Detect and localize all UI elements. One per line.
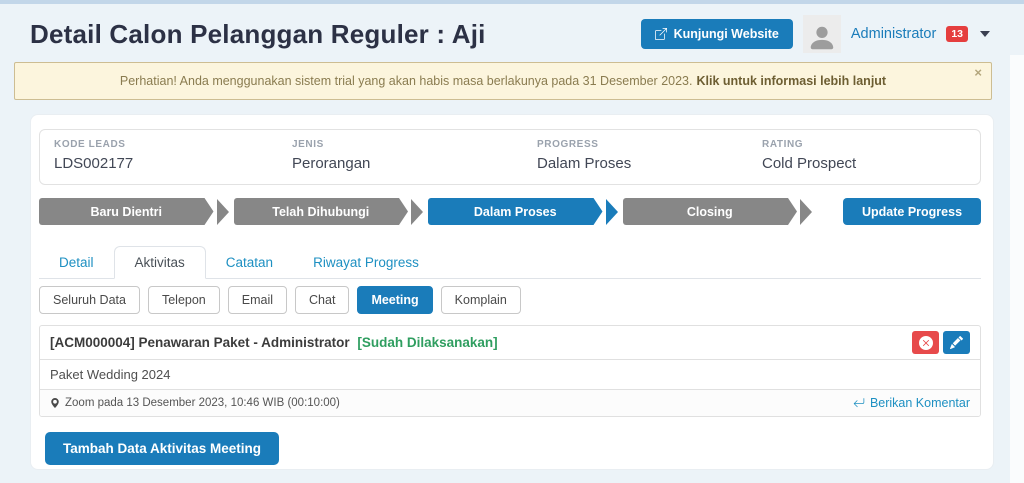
step-closing: Closing: [623, 198, 818, 225]
chevron-down-icon[interactable]: [980, 31, 990, 37]
delete-activity-button[interactable]: [912, 331, 939, 354]
field-value: Dalam Proses: [537, 155, 632, 172]
activity-title-text: [ACM000004] Penawaran Paket - Administra…: [50, 335, 350, 350]
arrow-right-icon: [411, 198, 423, 225]
arrow-right-icon: [605, 198, 618, 225]
field-value: Cold Prospect: [762, 155, 857, 172]
arrow-right-icon: [216, 198, 229, 225]
external-link-icon: [654, 28, 667, 40]
tab-aktivitas[interactable]: Aktivitas: [113, 246, 206, 279]
filter-email[interactable]: Email: [227, 286, 288, 314]
step-dalam-proses: Dalam Proses: [428, 198, 623, 225]
username[interactable]: Administrator: [851, 26, 936, 42]
alert-link[interactable]: Klik untuk informasi lebih lanjut: [696, 74, 886, 88]
field-value: LDS002177: [54, 155, 134, 172]
progress-steps-row: Baru Dientri Telah Dihubungi Dalam Prose…: [39, 198, 981, 225]
avatar[interactable]: [802, 15, 841, 53]
comment-link[interactable]: Berikan Komentar: [853, 396, 970, 410]
arrow-right-icon: [800, 198, 812, 225]
close-icon[interactable]: ×: [974, 66, 982, 79]
field-label: PROGRESS: [537, 139, 599, 150]
trial-alert-banner: Perhatian! Anda menggunakan sistem trial…: [14, 62, 992, 100]
edit-activity-button[interactable]: [943, 331, 970, 354]
visit-website-label: Kunjungi Website: [673, 27, 779, 41]
activity-filters: Seluruh Data Telepon Email Chat Meeting …: [39, 286, 521, 314]
comment-link-label: Berikan Komentar: [869, 396, 970, 410]
step-label: Baru Dientri: [39, 198, 214, 225]
activity-title: [ACM000004] Penawaran Paket - Administra…: [50, 335, 498, 350]
activity-footer: Zoom pada 13 Desember 2023, 10:46 WIB (0…: [40, 390, 980, 416]
top-edge-strip: [0, 0, 1024, 4]
step-label: Dalam Proses: [428, 198, 603, 225]
x-circle-icon: [918, 335, 933, 350]
activity-meta-text: Zoom pada 13 Desember 2023, 10:46 WIB (0…: [65, 397, 340, 409]
tab-catatan[interactable]: Catatan: [206, 247, 293, 278]
activity-description: Paket Wedding 2024: [40, 360, 980, 390]
lead-info-box: KODE LEADS LDS002177 JENIS Perorangan PR…: [39, 129, 981, 185]
activity-header: [ACM000004] Penawaran Paket - Administra…: [40, 326, 980, 360]
activity-item: [ACM000004] Penawaran Paket - Administra…: [39, 325, 981, 417]
activity-meta: Zoom pada 13 Desember 2023, 10:46 WIB (0…: [50, 397, 340, 409]
filter-komplain[interactable]: Komplain: [440, 286, 521, 314]
scrollbar[interactable]: [1010, 55, 1024, 483]
activity-actions: [912, 331, 970, 354]
tab-bar: Detail Aktivitas Catatan Riwayat Progres…: [39, 245, 981, 279]
field-label: RATING: [762, 139, 804, 150]
step-label: Closing: [623, 198, 798, 225]
field-label: KODE LEADS: [54, 139, 126, 150]
field-progress: PROGRESS Dalam Proses: [537, 139, 631, 172]
step-label: Telah Dihubungi: [234, 198, 409, 225]
filter-telepon[interactable]: Telepon: [147, 286, 220, 314]
visit-website-button[interactable]: Kunjungi Website: [640, 19, 793, 49]
alert-message: Perhatian! Anda menggunakan sistem trial…: [119, 74, 693, 88]
field-rating: RATING Cold Prospect: [762, 139, 856, 172]
person-icon: [810, 26, 834, 50]
activity-status-badge: [Sudah Dilaksanakan]: [357, 335, 498, 350]
filter-seluruh-data[interactable]: Seluruh Data: [39, 286, 140, 314]
reply-icon: [853, 398, 865, 408]
step-telah-dihubungi: Telah Dihubungi: [234, 198, 429, 225]
update-progress-button[interactable]: Update Progress: [843, 198, 981, 225]
pencil-icon: [950, 336, 963, 349]
progress-steps: Baru Dientri Telah Dihubungi Dalam Prose…: [39, 198, 817, 225]
tab-riwayat-progress[interactable]: Riwayat Progress: [293, 247, 439, 278]
filter-chat[interactable]: Chat: [295, 286, 350, 314]
lead-detail-card: KODE LEADS LDS002177 JENIS Perorangan PR…: [30, 114, 994, 470]
field-label: JENIS: [292, 139, 324, 150]
tab-detail[interactable]: Detail: [39, 247, 114, 278]
field-value: Perorangan: [292, 155, 371, 172]
field-jenis: JENIS Perorangan: [292, 139, 370, 172]
step-baru-dientri: Baru Dientri: [39, 198, 234, 225]
add-activity-button[interactable]: Tambah Data Aktivitas Meeting: [45, 432, 280, 465]
page-title: Detail Calon Pelanggan Reguler : Aji: [30, 18, 486, 49]
page: Detail Calon Pelanggan Reguler : Aji Kun…: [0, 0, 1024, 483]
header-right: Kunjungi Website Administrator 13: [640, 15, 990, 53]
field-kode-leads: KODE LEADS LDS002177: [54, 139, 133, 172]
page-header: Detail Calon Pelanggan Reguler : Aji Kun…: [30, 12, 990, 56]
map-pin-icon: [51, 398, 59, 408]
filter-meeting[interactable]: Meeting: [357, 286, 433, 314]
notification-badge[interactable]: 13: [946, 25, 968, 43]
